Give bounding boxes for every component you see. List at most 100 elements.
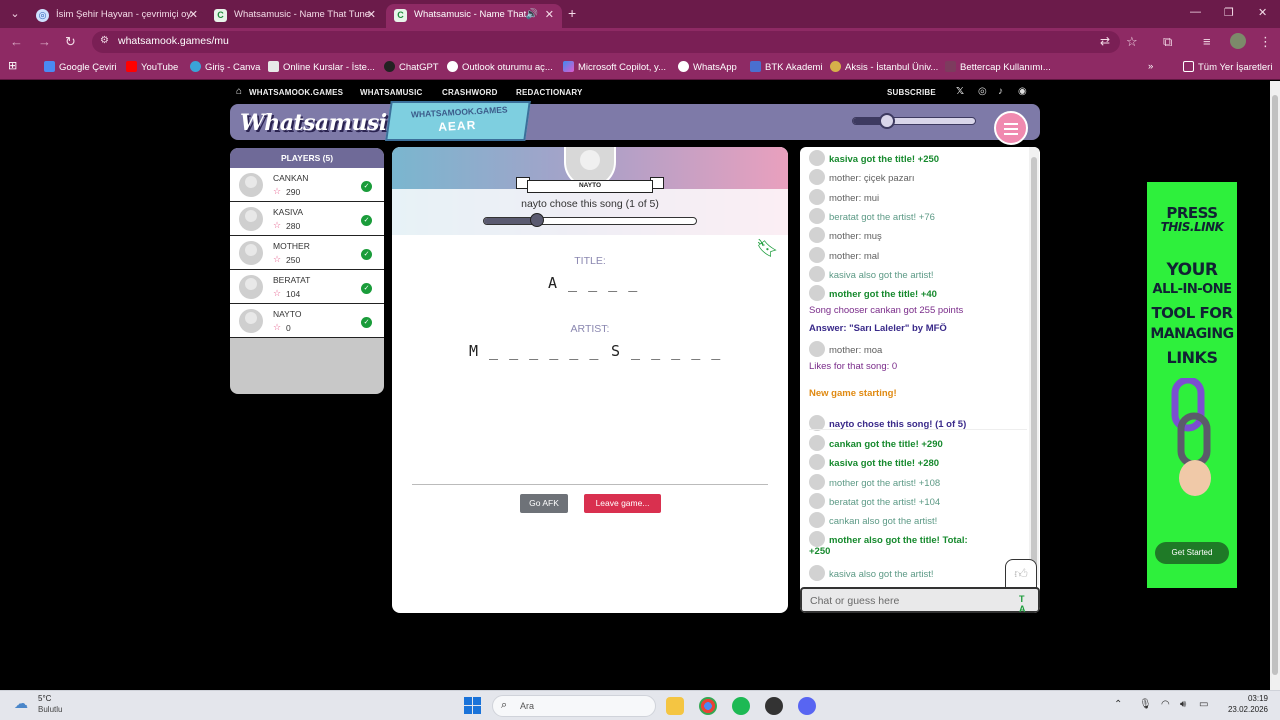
chooser-name-ribbon: NAYTO bbox=[527, 180, 653, 193]
clock-time[interactable]: 03:19 bbox=[1228, 694, 1268, 703]
home-icon[interactable]: ⌂ bbox=[236, 86, 242, 97]
chrome-icon[interactable] bbox=[699, 697, 717, 715]
leave-game-button[interactable]: Leave game... bbox=[584, 494, 661, 513]
whatsamusic-logo[interactable]: Whatsamusic bbox=[240, 110, 400, 136]
media-controls-icon[interactable]: ≡ bbox=[1203, 34, 1211, 49]
volume-slider[interactable] bbox=[852, 113, 976, 129]
ad-get-started-button[interactable]: Get Started bbox=[1155, 542, 1229, 564]
site-nav-link[interactable]: REDACTIONARY bbox=[516, 88, 583, 97]
restore-icon[interactable]: ❐ bbox=[1224, 6, 1234, 19]
chat-message: mother got the artist! +108 bbox=[809, 474, 940, 490]
chat-message-text: Song chooser cankan got 255 points bbox=[809, 305, 964, 316]
close-tab-icon[interactable]: ✕ bbox=[189, 4, 198, 26]
go-afk-button[interactable]: Go AFK bbox=[520, 494, 568, 513]
show-hidden-icons-chevron-icon[interactable]: ⌃ bbox=[1114, 699, 1122, 710]
wifi-icon[interactable]: ◠ bbox=[1161, 699, 1170, 710]
apps-grid-icon[interactable]: ⊞ bbox=[8, 59, 17, 72]
chat-message: beratat got the artist! +104 bbox=[809, 493, 940, 509]
extensions-icon[interactable]: ⧉ bbox=[1163, 34, 1172, 50]
browser-tab[interactable]: C Whatsamusic - Name That Tune ✕ bbox=[206, 4, 384, 28]
site-info-icon[interactable]: ⚙ bbox=[100, 35, 109, 46]
chat-avatar bbox=[809, 266, 825, 282]
chatgpt-icon bbox=[384, 61, 395, 72]
bookmark-item[interactable]: ChatGPT bbox=[384, 61, 439, 73]
minimize-icon[interactable]: — bbox=[1190, 6, 1201, 18]
bookmark-item[interactable]: WhatsApp bbox=[678, 61, 737, 73]
discord-icon[interactable]: ◉ bbox=[1018, 86, 1027, 97]
browser-tab-active[interactable]: C Whatsamusic - Name That 🔊 ✕ bbox=[386, 4, 562, 28]
chat-scrollbar[interactable] bbox=[1029, 147, 1039, 585]
volume-icon[interactable]: 🔊︎ bbox=[1180, 699, 1186, 710]
app-icon[interactable] bbox=[765, 697, 783, 715]
translate-icon[interactable]: ⇄ bbox=[1100, 34, 1110, 48]
bookmark-item[interactable]: YouTube bbox=[126, 61, 178, 73]
hamburger-menu-button[interactable] bbox=[994, 111, 1028, 145]
reload-icon[interactable]: ↻ bbox=[65, 34, 76, 50]
spotify-icon[interactable] bbox=[732, 697, 750, 715]
forward-arrow-icon[interactable]: → bbox=[38, 34, 51, 49]
profile-avatar[interactable] bbox=[1230, 33, 1246, 49]
page-scrollbar-thumb[interactable] bbox=[1272, 95, 1278, 675]
game-panel: NAYTO nayto chose this song (1 of 5) 🔖︎ … bbox=[392, 147, 788, 613]
bookmark-item[interactable]: Microsoft Copilot, y... bbox=[563, 61, 666, 73]
weather-condition[interactable]: Bulutlu bbox=[38, 705, 62, 714]
file-explorer-icon[interactable] bbox=[666, 697, 684, 715]
bookmark-item[interactable]: Google Çeviri bbox=[44, 61, 117, 73]
bookmark-item[interactable]: BTK Akademi bbox=[750, 61, 823, 73]
chat-message: mother: mal bbox=[809, 247, 879, 263]
bookmark-star-icon[interactable]: ☆ bbox=[1126, 34, 1138, 50]
chat-avatar bbox=[809, 512, 825, 528]
back-arrow-icon[interactable]: ← bbox=[10, 34, 23, 49]
bookmark-folder[interactable]: Tüm Yer İşaretleri bbox=[1183, 61, 1272, 73]
speaker-icon[interactable]: 🔊 bbox=[526, 4, 538, 26]
chat-avatar bbox=[809, 169, 825, 185]
chat-guess-input[interactable] bbox=[810, 594, 1000, 608]
advertisement[interactable]: PRESS THIS.LINK YOUR ALL-IN-ONE TOOL FOR… bbox=[1147, 182, 1237, 588]
twitter-icon[interactable]: 𝕏 bbox=[956, 86, 964, 97]
window-close-icon[interactable]: ✕ bbox=[1258, 6, 1267, 19]
windows-start-icon[interactable] bbox=[464, 697, 482, 715]
chat-avatar bbox=[809, 565, 825, 581]
close-tab-icon[interactable]: ✕ bbox=[545, 4, 554, 26]
chat-message-text: kasiva also got the artist! bbox=[829, 569, 934, 580]
ad-text: MANAGING bbox=[1150, 326, 1234, 342]
chat-message: New game starting! bbox=[809, 388, 897, 399]
title-blanks: A _ _ _ _ bbox=[548, 274, 639, 292]
taskbar-search[interactable]: ⌕ Ara bbox=[492, 695, 656, 717]
bookmark-item[interactable]: Aksis - İstanbul Üniv... bbox=[830, 61, 938, 73]
browser-menu-icon[interactable]: ⋮ bbox=[1259, 34, 1272, 50]
chat-message-text: kasiva got the title! +280 bbox=[829, 458, 940, 469]
tab-list-chevron-icon[interactable]: ⌄ bbox=[6, 6, 24, 22]
bookmark-item[interactable]: Online Kurslar - İste... bbox=[268, 61, 375, 73]
subscribe-link[interactable]: SUBSCRIBE bbox=[887, 88, 936, 97]
instagram-icon[interactable]: ◎ bbox=[978, 86, 987, 97]
clock-date[interactable]: 23.02.2026 bbox=[1220, 705, 1268, 714]
site-nav-link[interactable]: CRASHWORD bbox=[442, 88, 498, 97]
text-style-toggle[interactable]: T A bbox=[1019, 594, 1038, 613]
address-bar[interactable]: ⚙ whatsamook.games/mu ⇄ bbox=[92, 31, 1120, 53]
site-nav-link[interactable]: WHATSAMOOK.GAMES bbox=[249, 88, 343, 97]
chat-scrollbar-thumb[interactable] bbox=[1031, 157, 1037, 567]
chat-avatar bbox=[809, 189, 825, 205]
bookmark-item[interactable]: Bettercap Kullanımı... bbox=[945, 61, 1051, 73]
discord-icon[interactable] bbox=[798, 697, 816, 715]
battery-icon[interactable]: ▭ bbox=[1199, 699, 1208, 710]
thumbs-up-like-button[interactable]: 👍︎ bbox=[1005, 559, 1037, 589]
player-avatar bbox=[239, 275, 263, 299]
chat-message-text: kasiva got the title! +250 bbox=[829, 154, 940, 165]
chat-input-box: T A bbox=[800, 587, 1040, 613]
tiktok-icon[interactable]: ♪ bbox=[998, 86, 1003, 97]
browser-tab[interactable]: ◎ İsim Şehir Hayvan - çevrimiçi oy ✕ bbox=[28, 4, 206, 28]
bookmark-item[interactable]: Giriş - Canva bbox=[190, 61, 260, 73]
site-nav-link[interactable]: WHATSAMUSIC bbox=[360, 88, 423, 97]
weather-temperature[interactable]: 5°C bbox=[38, 694, 51, 703]
new-tab-plus-icon[interactable]: + bbox=[568, 5, 576, 21]
more-bookmarks-chevron-icon[interactable]: » bbox=[1148, 61, 1153, 72]
microphone-icon[interactable]: 🎙︎ bbox=[1139, 699, 1152, 710]
close-tab-icon[interactable]: ✕ bbox=[367, 4, 376, 26]
page-scrollbar[interactable] bbox=[1270, 81, 1280, 690]
volume-knob[interactable] bbox=[879, 113, 896, 129]
chat-panel: kasiva got the title! +250 mother: çiçek … bbox=[800, 147, 1040, 613]
bookmark-item[interactable]: Outlook oturumu aç... bbox=[447, 61, 553, 73]
cloud-weather-icon[interactable]: ☁ bbox=[14, 695, 34, 711]
